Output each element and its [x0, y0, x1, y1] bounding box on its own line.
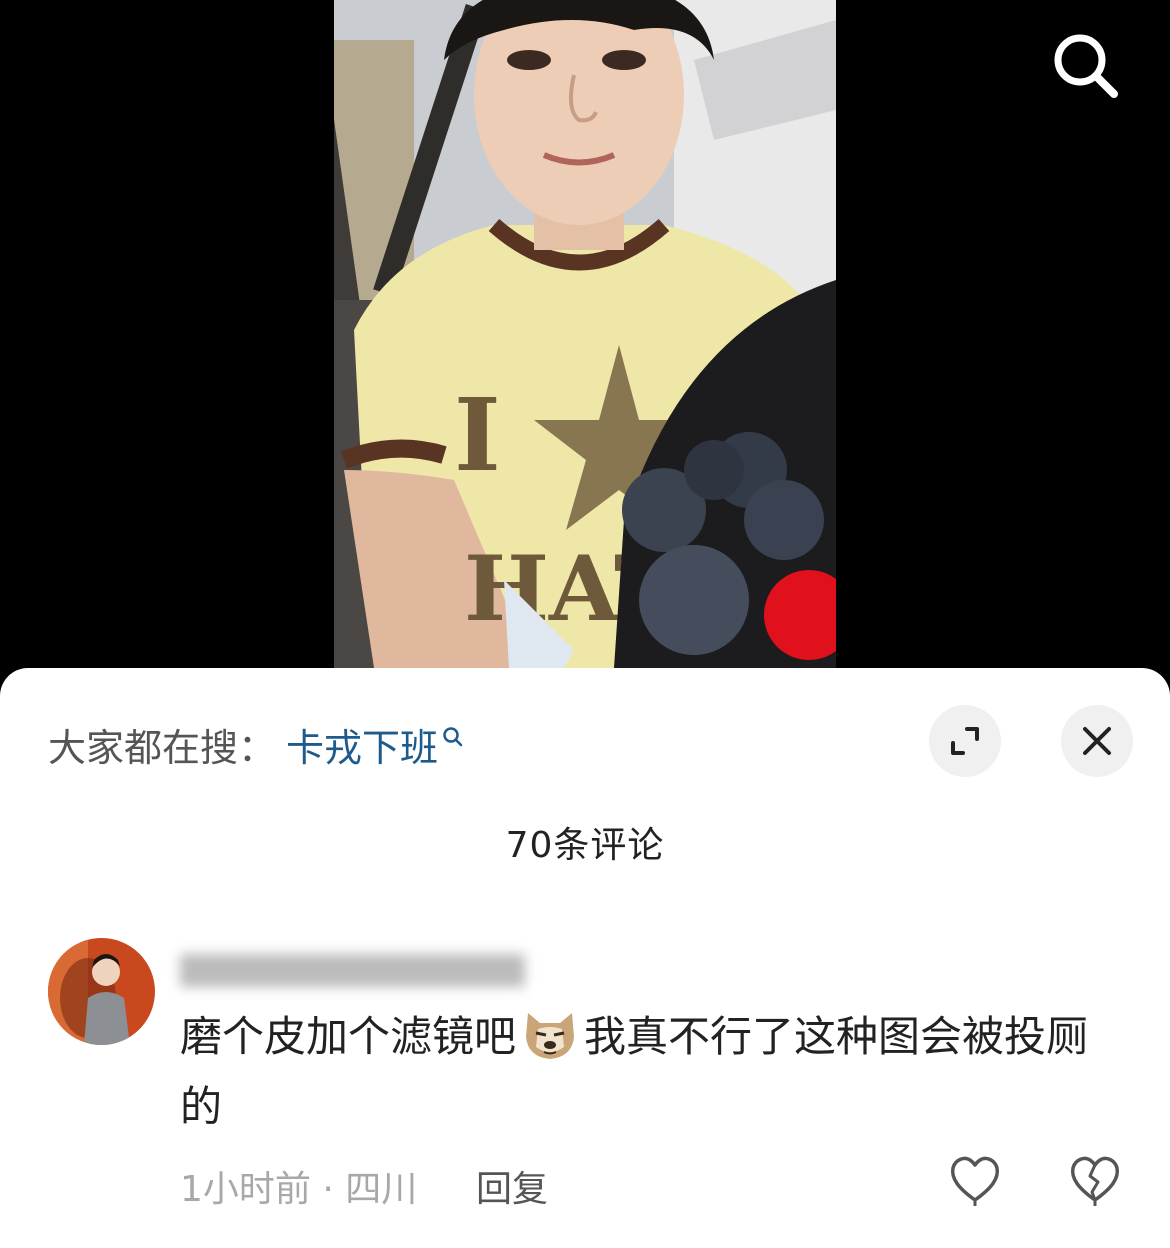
- hot-search-term: 卡戎下班: [286, 725, 439, 770]
- comment-time-location: 1小时前 · 四川: [180, 1169, 418, 1210]
- close-button[interactable]: [1061, 705, 1133, 777]
- close-icon: [1083, 727, 1111, 755]
- comment-text: 磨个皮加个滤镜吧 我真不行了这种图会被投厕的: [180, 1002, 1110, 1142]
- search-button[interactable]: [1050, 30, 1122, 102]
- dislike-button[interactable]: [1068, 1152, 1122, 1206]
- photo-illustration: I HAT: [334, 0, 836, 668]
- reply-button[interactable]: 回复: [476, 1160, 548, 1212]
- comment-text-part1: 磨个皮加个滤镜吧: [180, 1012, 517, 1061]
- svg-text:I: I: [454, 376, 501, 494]
- small-search-icon: [443, 727, 463, 747]
- comment-item: ████████████████ 磨个皮加个滤镜吧 我真不行了这种图会被投厕的 …: [0, 938, 1170, 1248]
- video-frame-photo[interactable]: I HAT: [334, 0, 836, 668]
- dog-emoji-icon: [526, 1013, 575, 1059]
- like-button[interactable]: [948, 1152, 1002, 1206]
- search-icon: [1054, 34, 1118, 98]
- hot-search-link[interactable]: 卡戎下班: [286, 717, 464, 772]
- comment-count: 70条评论: [505, 825, 665, 866]
- username-blurred[interactable]: ████████████████: [180, 954, 580, 988]
- avatar-image: [48, 938, 155, 1045]
- comment-sheet: 大家都在搜： 卡戎下班 70条评论 ████████████████ 磨个皮加个…: [0, 668, 1170, 1248]
- media-area: I HAT: [0, 0, 1170, 690]
- hot-search-label: 大家都在搜：: [48, 725, 277, 770]
- hot-search-bar: 大家都在搜： 卡戎下班: [48, 720, 464, 770]
- avatar[interactable]: [48, 938, 155, 1045]
- expand-icon: [951, 727, 979, 755]
- broken-heart-icon: [1070, 1156, 1120, 1206]
- heart-icon: [950, 1156, 1000, 1206]
- expand-button[interactable]: [929, 705, 1001, 777]
